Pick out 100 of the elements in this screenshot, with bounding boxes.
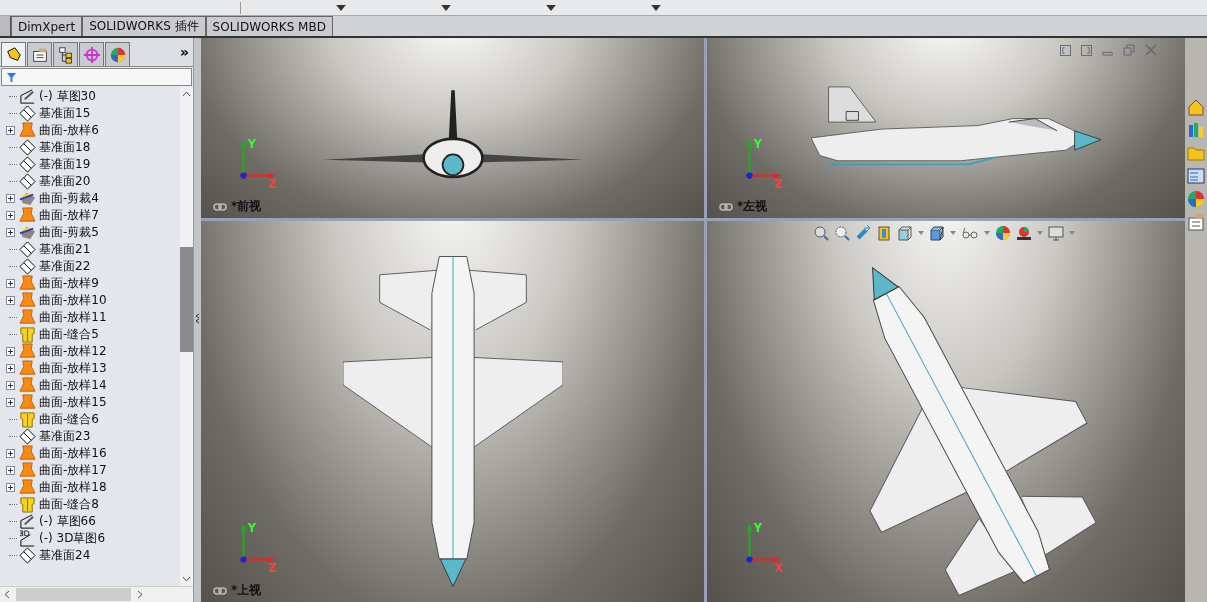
tree-item[interactable]: 基准面22 <box>37 258 91 275</box>
loft-icon <box>18 275 36 292</box>
tree-item[interactable]: 曲面-剪裁5 <box>37 224 99 241</box>
panel-tab[interactable] <box>1 42 26 66</box>
tree-item[interactable]: 曲面-放样7 <box>37 207 99 224</box>
tile-right-icon[interactable] <box>1081 44 1092 56</box>
expand-icon[interactable] <box>6 194 15 203</box>
custom-properties-icon[interactable] <box>1187 213 1205 231</box>
expand-icon[interactable] <box>6 364 15 373</box>
zoom-to-fit-icon[interactable] <box>813 225 829 241</box>
sketch-icon <box>18 513 36 530</box>
tree-item[interactable]: 曲面-放样16 <box>37 445 107 462</box>
more-tabs-button[interactable]: » <box>179 44 189 60</box>
monitor-icon[interactable] <box>1048 225 1064 241</box>
expand-icon[interactable] <box>6 279 15 288</box>
tree-item[interactable]: 曲面-放样17 <box>37 462 107 479</box>
expand-icon[interactable] <box>6 126 15 135</box>
command-tab[interactable]: SOLIDWORKS MBD <box>205 16 333 36</box>
zoom-area-icon[interactable] <box>834 225 850 241</box>
plane-icon <box>18 156 36 173</box>
glasses-icon[interactable] <box>961 225 979 241</box>
command-tab[interactable]: DimXpert <box>11 16 83 36</box>
viewport[interactable]: Y Z *上视 <box>201 221 704 602</box>
tree-item[interactable]: 基准面23 <box>37 428 91 445</box>
loft-icon <box>18 377 36 394</box>
loft-icon <box>18 462 36 479</box>
panel-tab[interactable] <box>27 42 52 66</box>
axis-triad-drawing: Y X <box>737 520 789 572</box>
view-name: *左视 <box>737 198 768 215</box>
scrollbar-thumb[interactable] <box>180 247 193 352</box>
tree-item[interactable]: 基准面18 <box>37 139 91 156</box>
tree-item[interactable]: 曲面-剪裁4 <box>37 190 99 207</box>
loft-icon <box>18 207 36 224</box>
caret-icon[interactable] <box>336 4 346 11</box>
plane-icon <box>18 428 36 445</box>
axis-triad-drawing: Y Z <box>231 520 283 572</box>
tree-item[interactable]: 曲面-放样15 <box>37 394 107 411</box>
tree-item[interactable]: 曲面-放样11 <box>37 309 107 326</box>
viewport[interactable]: Y X <box>707 221 1185 602</box>
expand-icon[interactable] <box>6 466 15 475</box>
horizontal-scrollbar[interactable] <box>0 586 193 602</box>
command-tab[interactable]: SOLIDWORKS 插件 <box>82 16 206 36</box>
tree-item[interactable]: 基准面19 <box>37 156 91 173</box>
trim-surface-icon <box>18 224 36 241</box>
scroll-left-icon[interactable] <box>4 590 10 599</box>
tree-item[interactable]: 曲面-放样18 <box>37 479 107 496</box>
sketch-3d-icon <box>18 530 36 547</box>
expand-icon[interactable] <box>6 381 15 390</box>
tree-item[interactable]: 基准面20 <box>37 173 91 190</box>
color-wheel-icon <box>108 45 127 64</box>
tree-item[interactable]: 曲面-放样14 <box>37 377 107 394</box>
panel-tab[interactable] <box>53 42 78 66</box>
scene-icon[interactable] <box>1016 225 1032 241</box>
tree-item[interactable]: (-) 草图30 <box>37 88 96 105</box>
knit-surface-icon <box>18 411 36 428</box>
view-orientation-icon[interactable] <box>897 225 913 241</box>
filter-field[interactable] <box>1 68 192 86</box>
scrollbar-thumb[interactable] <box>16 588 131 601</box>
tab[interactable] <box>0 16 11 36</box>
loft-icon <box>18 479 36 496</box>
tree-item[interactable]: 曲面-缝合5 <box>37 326 99 343</box>
tree-item[interactable]: 曲面-放样13 <box>37 360 107 377</box>
vertical-scrollbar[interactable] <box>180 87 193 586</box>
scroll-down-icon[interactable] <box>182 576 191 582</box>
design-library-icon[interactable] <box>1187 121 1205 139</box>
home-icon[interactable] <box>1187 98 1205 116</box>
caret-icon[interactable] <box>546 4 556 11</box>
tree-item[interactable]: (-) 3D草图6 <box>37 530 106 547</box>
expand-icon[interactable] <box>6 347 15 356</box>
loft-icon <box>18 394 36 411</box>
tree-item[interactable]: 曲面-放样6 <box>37 122 99 139</box>
tree-item[interactable]: 曲面-缝合8 <box>37 496 99 513</box>
plane-icon <box>18 105 36 122</box>
link-views-icon <box>213 202 227 211</box>
scroll-up-icon[interactable] <box>182 91 191 97</box>
expand-icon[interactable] <box>6 211 15 220</box>
tree-item[interactable]: 基准面21 <box>37 241 91 258</box>
expand-icon[interactable] <box>6 296 15 305</box>
tree-item[interactable]: 基准面15 <box>37 105 91 122</box>
color-wheel-icon[interactable] <box>1187 190 1205 208</box>
tree-item[interactable]: 基准面24 <box>37 547 91 564</box>
display-style-icon[interactable] <box>929 225 945 241</box>
previous-view-icon[interactable] <box>855 225 871 241</box>
scroll-right-icon[interactable] <box>137 590 143 599</box>
caret-icon[interactable] <box>651 4 661 11</box>
caret-icon[interactable] <box>441 4 451 11</box>
tree-item[interactable]: 曲面-放样10 <box>37 292 107 309</box>
tree-item[interactable]: (-) 草图66 <box>37 513 96 530</box>
tree-item[interactable]: 曲面-放样9 <box>37 275 99 292</box>
expand-icon[interactable] <box>6 398 15 407</box>
tree-item[interactable]: 曲面-放样12 <box>37 343 107 360</box>
expand-icon[interactable] <box>6 228 15 237</box>
expand-icon[interactable] <box>6 483 15 492</box>
section-view-icon[interactable] <box>876 225 892 241</box>
tile-left-icon[interactable] <box>1060 44 1071 56</box>
tree-item[interactable]: 曲面-缝合6 <box>37 411 99 428</box>
appearance-icon[interactable] <box>995 225 1011 241</box>
view-palette-icon[interactable] <box>1187 167 1205 185</box>
filter-icon <box>6 71 17 83</box>
expand-icon[interactable] <box>6 449 15 458</box>
